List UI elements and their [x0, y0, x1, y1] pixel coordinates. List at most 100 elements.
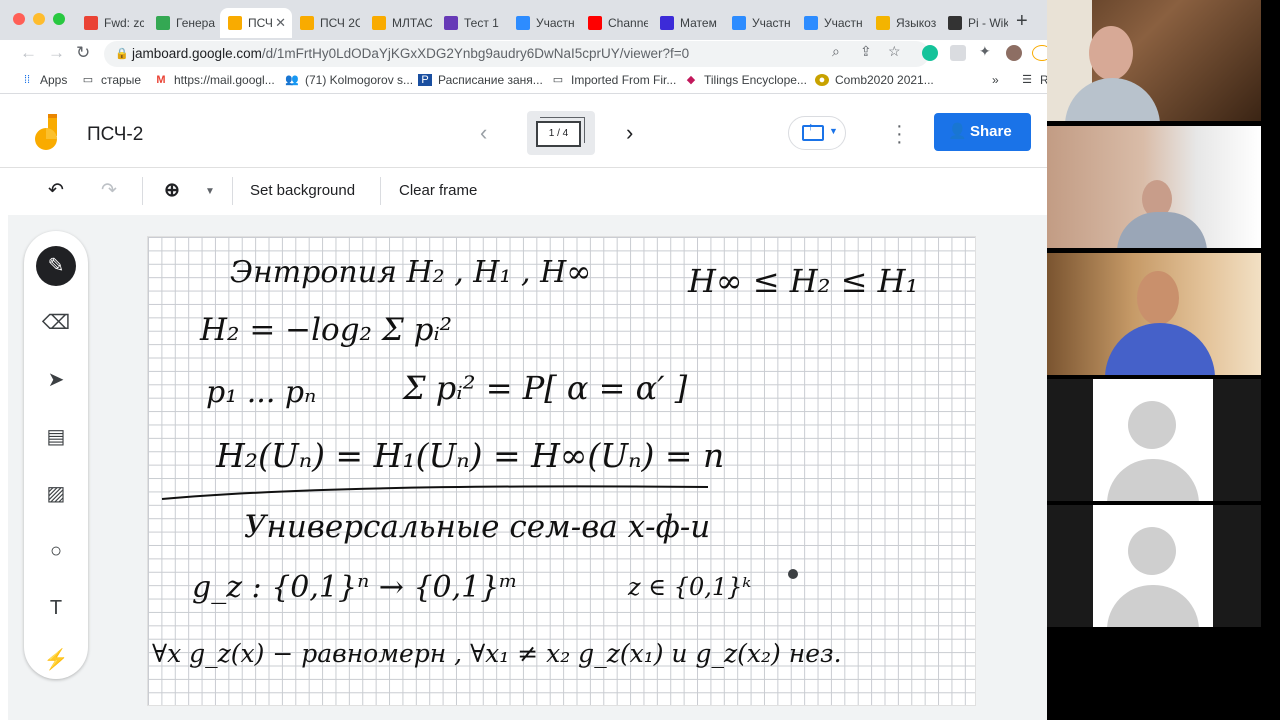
previous-frame-button[interactable]: ‹ [480, 120, 487, 146]
close-tab-icon[interactable]: ✕ [275, 15, 286, 31]
set-background-button[interactable]: Set background [250, 182, 355, 199]
participant-video-3[interactable] [1047, 253, 1261, 375]
more-options-icon[interactable]: · · · [896, 116, 903, 152]
extensions-puzzle-icon[interactable]: ✦ [979, 43, 991, 60]
participant-body [1105, 323, 1215, 375]
reload-icon[interactable]: ↻ [76, 43, 90, 63]
browser-tab[interactable]: Матем [652, 8, 724, 38]
bookmark-star-icon[interactable]: ☆ [888, 43, 901, 60]
browser-tab[interactable]: МЛТАС [364, 8, 436, 38]
ampersand-icon [660, 16, 674, 30]
next-frame-button[interactable]: › [626, 120, 633, 146]
bookmark-schedule[interactable]: Р Расписание заня... [418, 73, 543, 87]
bookmark-apps[interactable]: ⁞⁞ Apps [20, 73, 67, 87]
browser-tab[interactable]: ПСЧ 2С [292, 8, 364, 38]
slides-icon [876, 16, 890, 30]
bookmark-gmail[interactable]: Mhttps://mail.googl... [154, 73, 274, 87]
board-line-uniformity: ∀x g_z(x) − равномерн , ∀x₁ ≠ x₂ g_z(x₁)… [152, 639, 842, 668]
bookmark-kolmogorov[interactable]: 👥 (71) Kolmogorov s... [285, 73, 413, 87]
browser-tab[interactable]: Channe [580, 8, 652, 38]
apps-grid-icon: ⁞⁞ [23, 74, 31, 86]
whiteboard[interactable]: Энтропия H₂ , H₁ , H∞ H∞ ≤ H₂ ≤ H₁ H₂ = … [147, 236, 976, 706]
zoom-icon[interactable]: ⌕ [832, 43, 840, 60]
zoom-dropdown-icon[interactable]: ▼ [205, 186, 215, 197]
participant-video-5[interactable] [1047, 505, 1261, 627]
undo-icon[interactable]: ↶ [48, 179, 64, 202]
minimize-window-button[interactable] [33, 13, 45, 25]
bookmark-label: старые [101, 73, 142, 87]
board-line-inequality: H∞ ≤ H₂ ≤ H₁ [687, 262, 918, 300]
url-host: jamboard.google.com [132, 46, 262, 61]
participant-face [1137, 271, 1179, 325]
browser-tab[interactable]: ПСЧ ✕ [220, 8, 292, 38]
address-bar[interactable]: 🔒 jamboard.google.com/d/1mFrtHy0LdODaYjK… [104, 41, 929, 67]
share-label: Share [970, 123, 1012, 140]
close-window-button[interactable] [13, 13, 25, 25]
present-button[interactable]: ↑ ▼ [788, 116, 846, 150]
select-tool-icon[interactable]: ➤ [36, 360, 76, 400]
reading-list-button[interactable]: ☰ R [1020, 73, 1047, 87]
browser-tab[interactable]: Участн [508, 8, 580, 38]
laser-pointer-icon[interactable]: ⚡ [36, 645, 76, 675]
redo-icon[interactable]: ↷ [101, 179, 117, 202]
participant-video-2[interactable] [1047, 126, 1261, 248]
gmail-icon: M [156, 74, 166, 86]
browser-tab[interactable]: Участн [724, 8, 796, 38]
participant-video-4[interactable] [1047, 379, 1261, 501]
comb-icon: ● [815, 74, 829, 86]
browser-window: Fwd: zc Генера ПСЧ ✕ ПСЧ 2С МЛТАС Тест 1 Участн… [0, 0, 1047, 720]
pen-cursor [788, 569, 798, 579]
chevron-down-icon: ▼ [829, 126, 838, 136]
zoom-in-icon[interactable]: ⊕ [164, 179, 180, 202]
jamboard-icon [372, 16, 386, 30]
profile-avatar[interactable] [1006, 45, 1022, 61]
grammarly-extension-icon[interactable] [922, 45, 938, 61]
new-tab-button[interactable]: + [1016, 10, 1028, 33]
board-line-probabilities: p₁ ... pₙ [206, 375, 316, 410]
document-title[interactable]: ПСЧ-2 [87, 124, 143, 146]
extension-icon[interactable] [950, 45, 966, 61]
clear-frame-button[interactable]: Clear frame [399, 182, 477, 199]
update-badge[interactable] [1032, 45, 1047, 61]
browser-tab[interactable]: Языкоз [868, 8, 940, 38]
bookmark-label: Imported From Fir... [571, 73, 677, 87]
browser-tab[interactable]: Генера [148, 8, 220, 38]
browser-tab[interactable]: Тест 1 [436, 8, 508, 38]
tab-strip: Fwd: zc Генера ПСЧ ✕ ПСЧ 2С МЛТАС Тест 1 Участн… [0, 0, 1047, 40]
tab-label: Участн [824, 16, 863, 30]
bookmark-comb2020[interactable]: ● Comb2020 2021... [815, 73, 934, 87]
url-path: /d/1mFrtHy0LdODaYjKGxXDG2Ynbg9audry6DwNa… [261, 46, 690, 61]
board-line-h2-definition: H₂ = −log₂ Σ pᵢ² [199, 312, 452, 348]
frame-bar-toggle[interactable]: 1 / 4 [527, 111, 595, 155]
tab-label: Участн [536, 16, 575, 30]
share-page-icon[interactable]: ⇪ [860, 43, 872, 60]
maximize-window-button[interactable] [53, 13, 65, 25]
add-image-icon[interactable]: ▨ [36, 474, 76, 514]
browser-tab[interactable]: Pi - Wik [940, 8, 1012, 38]
more-bookmarks-button[interactable]: » [992, 73, 999, 87]
tab-label: Pi - Wik [968, 16, 1008, 30]
wikipedia-icon [948, 16, 962, 30]
browser-tab[interactable]: Участн [796, 8, 868, 38]
bookmark-folder-old[interactable]: ▭ старые [81, 73, 141, 87]
back-icon[interactable]: ← [20, 43, 37, 63]
jamboard-icon [300, 16, 314, 30]
tab-label: Участн [752, 16, 791, 30]
bookmark-tilings[interactable]: ◆ Tilings Encyclope... [684, 73, 807, 87]
share-button[interactable]: 👤 Share [934, 113, 1031, 151]
browser-tab[interactable]: Fwd: zc [76, 8, 148, 38]
video-participants [1047, 0, 1280, 720]
forward-icon[interactable]: → [48, 43, 65, 63]
pen-tool-icon[interactable]: ✎ [36, 246, 76, 286]
eraser-tool-icon[interactable]: ⌫ [36, 303, 76, 343]
browser-tabs: Fwd: zc Генера ПСЧ ✕ ПСЧ 2С МЛТАС Тест 1 Участн… [76, 6, 1012, 40]
bookmark-imported[interactable]: ▭ Imported From Fir... [551, 73, 677, 87]
drive-icon [156, 16, 170, 30]
text-box-icon[interactable]: T [36, 588, 76, 628]
gmail-icon [84, 16, 98, 30]
jamboard-header: ПСЧ-2 ‹ 1 / 4 › ↑ ▼ · · · 👤 Share [0, 98, 1047, 168]
circle-shape-icon[interactable]: ○ [36, 531, 76, 571]
sticky-note-icon[interactable]: ▤ [36, 417, 76, 457]
board-line-entropy: Энтропия H₂ , H₁ , H∞ [230, 255, 591, 290]
participant-video-1[interactable] [1047, 0, 1261, 121]
